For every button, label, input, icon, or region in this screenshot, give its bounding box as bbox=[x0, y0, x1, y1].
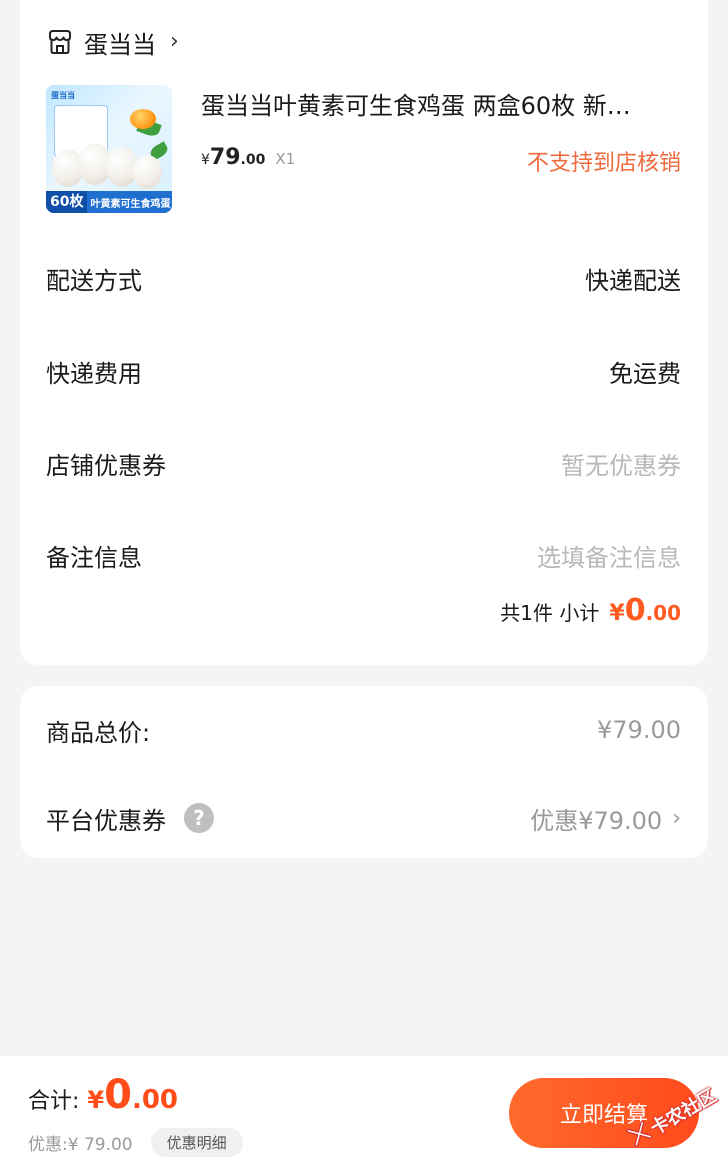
discount-row: 优惠:¥ 79.00 优惠明细 bbox=[28, 1128, 243, 1157]
shop-name: 蛋当当 bbox=[84, 30, 156, 59]
product-price: ¥ 79 .00 X1 bbox=[201, 145, 295, 170]
delivery-method-label: 配送方式 bbox=[46, 266, 142, 295]
product-image-badge: 60枚 bbox=[46, 191, 88, 213]
store-icon bbox=[49, 30, 71, 54]
subtotal-label: 共1件 小计 bbox=[500, 601, 600, 625]
platform-coupon-value: 优惠¥79.00 bbox=[530, 806, 663, 835]
subtotal-decimal: .00 bbox=[645, 601, 681, 625]
discount-amount: 优惠:¥ 79.00 bbox=[28, 1135, 133, 1155]
price-currency: ¥ bbox=[201, 152, 210, 168]
product-image-logo: 蛋当当 bbox=[51, 91, 75, 100]
chevron-right-icon: › bbox=[672, 805, 681, 831]
checkout-button[interactable]: 立即结算 bbox=[509, 1078, 699, 1148]
delivery-method-row[interactable]: 配送方式 快递配送 bbox=[46, 258, 681, 298]
store-coupon-row[interactable]: 店铺优惠券 暂无优惠券 bbox=[46, 443, 681, 483]
subtotal: 共1件 小计 ¥ 0 .00 bbox=[500, 593, 681, 628]
discount-detail-button[interactable]: 优惠明细 bbox=[150, 1128, 243, 1157]
question-circle-icon[interactable]: ? bbox=[184, 803, 214, 833]
price-integer: 79 bbox=[209, 145, 241, 170]
shipping-fee-row: 快递费用 免运费 bbox=[46, 351, 681, 391]
goods-total-label: 商品总价: bbox=[46, 718, 151, 747]
product-quantity: X1 bbox=[275, 150, 296, 168]
platform-coupon-value-group[interactable]: 优惠¥79.00 › bbox=[530, 801, 681, 836]
product-image-band-text: 叶黄素可生食鸡蛋 bbox=[90, 198, 171, 210]
store-verification-note: 不支持到店核销 bbox=[526, 151, 681, 176]
chevron-right-icon: › bbox=[170, 28, 179, 54]
subtotal-integer: 0 bbox=[624, 593, 646, 628]
remark-input[interactable]: 选填备注信息 bbox=[537, 538, 681, 573]
platform-coupon-row[interactable]: 平台优惠券 ? 优惠¥79.00 › bbox=[46, 798, 681, 838]
total-integer: 0 bbox=[104, 1072, 132, 1118]
price-summary-card: 商品总价: ¥79.00 平台优惠券 ? 优惠¥79.00 › bbox=[20, 686, 708, 858]
product-title[interactable]: 蛋当当叶黄素可生食鸡蛋 两盒60枚 新… bbox=[201, 86, 681, 121]
egg-yolk-image bbox=[130, 109, 156, 129]
goods-total-row: 商品总价: ¥79.00 bbox=[46, 710, 681, 750]
order-total: 合计: ¥ 0 .00 bbox=[28, 1072, 178, 1118]
total-currency: ¥ bbox=[87, 1086, 105, 1114]
remark-label: 备注信息 bbox=[46, 543, 142, 572]
total-label: 合计: bbox=[28, 1089, 80, 1114]
price-decimal: .00 bbox=[240, 152, 266, 168]
shipping-fee-label: 快递费用 bbox=[46, 359, 142, 388]
product-image-band: 60枚 叶黄素可生食鸡蛋 bbox=[46, 191, 172, 213]
store-coupon-value: 暂无优惠券 bbox=[561, 451, 681, 480]
shop-header[interactable]: 蛋当当 › bbox=[46, 24, 179, 60]
store-coupon-label: 店铺优惠券 bbox=[46, 451, 166, 480]
product-image[interactable]: 蛋当当 60枚 叶黄素可生食鸡蛋 bbox=[46, 85, 172, 213]
egg-image bbox=[132, 155, 162, 189]
goods-total-value: ¥79.00 bbox=[597, 716, 681, 744]
platform-coupon-label: 平台优惠券 bbox=[46, 806, 166, 835]
checkout-bar: 合计: ¥ 0 .00 优惠:¥ 79.00 优惠明细 立即结算 bbox=[0, 1056, 728, 1176]
shipping-fee-value: 免运费 bbox=[609, 359, 681, 388]
remark-row[interactable]: 备注信息 选填备注信息 bbox=[46, 535, 681, 575]
delivery-method-value: 快递配送 bbox=[585, 266, 681, 295]
platform-coupon-label-group: 平台优惠券 ? bbox=[46, 801, 214, 836]
subtotal-currency: ¥ bbox=[609, 601, 625, 626]
shop-order-card: 蛋当当 › 蛋当当 60枚 叶黄素可生食鸡蛋 蛋当当叶黄素可生食鸡蛋 两盒60枚… bbox=[20, 0, 708, 665]
total-decimal: .00 bbox=[131, 1085, 179, 1115]
